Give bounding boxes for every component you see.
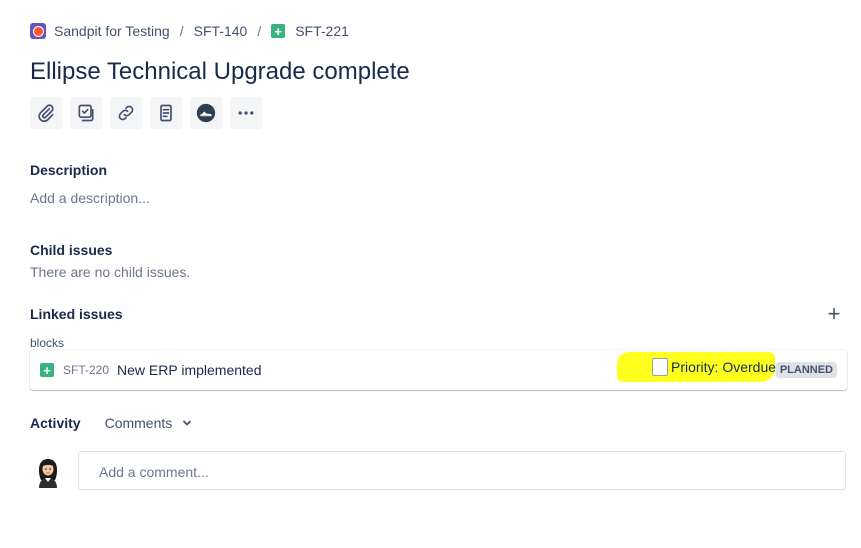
activity-filter-value: Comments (104, 415, 173, 431)
link-icon (118, 105, 134, 121)
add-linked-issue-button[interactable]: + (824, 303, 844, 325)
activity-heading: Activity (30, 415, 81, 431)
chevron-down-icon (183, 420, 192, 426)
breadcrumb-parent[interactable]: SFT-140 (194, 23, 248, 39)
project-avatar-icon[interactable] (30, 23, 46, 39)
story-type-icon: + (40, 363, 54, 377)
status-badge[interactable]: PLANNED (775, 362, 837, 378)
priority-highlight: Priority: Overdue (617, 352, 777, 382)
child-issues-empty-text: There are no child issues. (30, 264, 191, 280)
linked-issues-heading: Linked issues (30, 306, 123, 322)
more-actions-button[interactable] (230, 97, 262, 129)
linked-issue-summary[interactable]: New ERP implemented (117, 362, 261, 378)
broken-image-icon (652, 358, 668, 376)
issue-toolbar (30, 97, 262, 129)
activity-header: Activity Comments (30, 415, 192, 431)
paperclip-icon (38, 104, 54, 123)
comment-input[interactable]: Add a comment... (78, 451, 846, 490)
checklist-icon (78, 104, 94, 122)
breadcrumb-separator: / (257, 23, 262, 39)
description-heading: Description (30, 162, 108, 178)
activity-filter-dropdown[interactable]: Comments (105, 415, 193, 431)
add-child-issue-button[interactable] (70, 97, 102, 129)
add-page-button[interactable] (150, 97, 182, 129)
child-issues-heading: Child issues (30, 242, 113, 258)
story-type-icon[interactable]: + (271, 24, 286, 38)
user-avatar[interactable] (33, 456, 63, 488)
breadcrumb-project[interactable]: Sandpit for Testing (54, 23, 170, 39)
attach-button[interactable] (30, 97, 62, 129)
app-integration-button[interactable] (190, 97, 222, 129)
issue-title[interactable]: Ellipse Technical Upgrade complete (30, 58, 410, 86)
link-issue-button[interactable] (110, 97, 142, 129)
breadcrumb-issue-key[interactable]: SFT-221 (295, 23, 349, 39)
linked-issue-key[interactable]: SFT-220 (63, 363, 109, 377)
more-icon (238, 111, 254, 115)
link-type-label: blocks (30, 336, 65, 350)
shoe-app-icon (196, 103, 216, 123)
document-icon (160, 104, 172, 122)
breadcrumb: Sandpit for Testing / SFT-140 / + SFT-22… (30, 20, 349, 42)
breadcrumb-separator: / (179, 23, 184, 39)
priority-alt-text: Priority: Overdue (671, 359, 777, 375)
description-placeholder[interactable]: Add a description... (30, 190, 150, 206)
linked-issue-row[interactable]: + SFT-220 New ERP implemented Priority: … (30, 350, 847, 390)
comment-placeholder: Add a comment... (99, 464, 209, 480)
